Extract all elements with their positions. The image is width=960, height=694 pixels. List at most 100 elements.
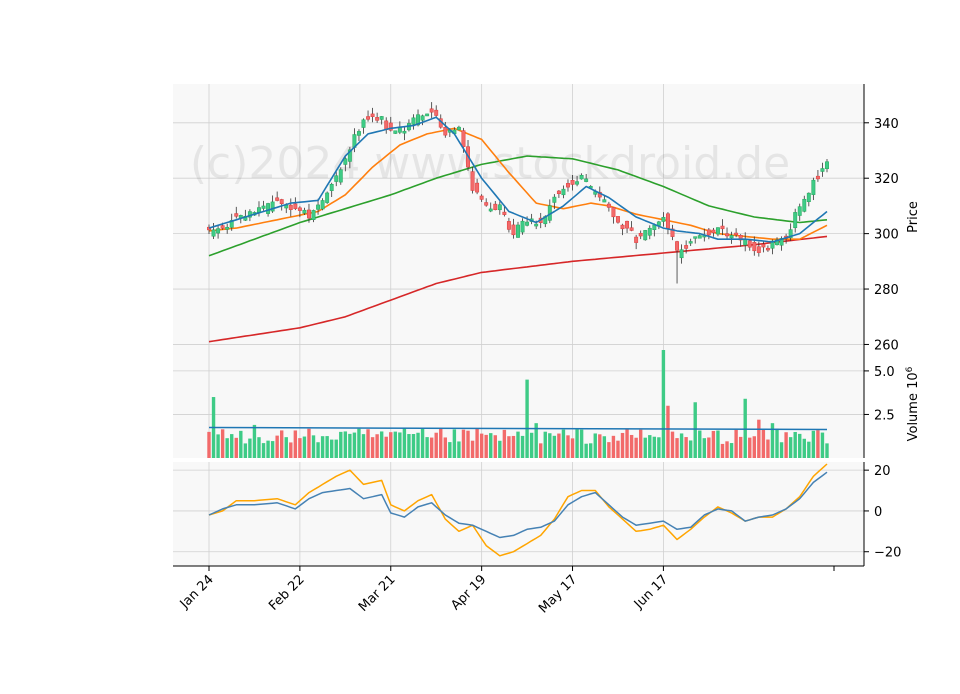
candle-body xyxy=(525,221,530,226)
candle-body xyxy=(679,249,684,259)
volume-bar xyxy=(620,432,625,458)
candle-body xyxy=(288,204,293,210)
candle-body xyxy=(684,245,689,249)
candle-body xyxy=(725,233,729,237)
volume-bar xyxy=(439,428,443,458)
volume-bar xyxy=(788,437,793,458)
volume-bar xyxy=(484,434,488,458)
candle-body xyxy=(343,158,348,165)
volume-bar xyxy=(539,443,543,458)
volume-bar xyxy=(448,442,452,458)
volume-bar xyxy=(579,429,584,458)
candle-body xyxy=(616,216,620,223)
volume-bar xyxy=(557,433,561,458)
candle-body xyxy=(602,199,607,203)
candle-body xyxy=(370,113,375,117)
volume-bar xyxy=(593,433,597,458)
candle-body xyxy=(302,209,307,214)
volume-bar xyxy=(452,429,457,458)
candle-body xyxy=(575,181,580,185)
volume-exponent: 6 xyxy=(905,366,915,372)
volume-bar xyxy=(648,435,652,458)
candle-body xyxy=(216,228,221,234)
volume-bar xyxy=(489,433,493,458)
volume-bar xyxy=(625,428,629,458)
candle-body xyxy=(675,241,679,251)
candle-body xyxy=(297,207,302,211)
candle-body xyxy=(620,224,625,230)
volume-bar xyxy=(311,435,316,458)
volume-bar xyxy=(507,436,511,458)
volume-bar xyxy=(698,430,702,458)
candle-body xyxy=(366,116,370,120)
candle-body xyxy=(402,130,407,134)
candle-body xyxy=(420,115,425,121)
volume-bar xyxy=(284,437,288,458)
volume-bar xyxy=(479,433,484,458)
candle-body xyxy=(811,179,816,195)
candle-body xyxy=(647,227,652,236)
candle-body xyxy=(552,196,557,203)
volume-bar xyxy=(711,430,716,458)
volume-bar xyxy=(752,436,756,458)
volume-bar xyxy=(248,438,252,458)
volume-bar xyxy=(807,441,811,458)
chart-svg: (c)2024 www.stockdroid.de 26028030032034… xyxy=(0,0,960,690)
volume-bar xyxy=(207,431,211,458)
candle-body xyxy=(220,225,225,229)
volume-bar xyxy=(816,430,820,458)
price-tick-label: 320 xyxy=(874,172,899,187)
candle-body xyxy=(506,221,511,230)
volume-bar xyxy=(693,402,697,458)
volume-bar xyxy=(266,440,270,458)
volume-bar xyxy=(784,432,788,458)
volume-bar xyxy=(775,428,779,458)
volume-bar xyxy=(802,438,806,458)
candle-body xyxy=(211,229,216,237)
volume-bar xyxy=(766,439,770,458)
volume-bar xyxy=(629,434,634,458)
price-tick-label: 300 xyxy=(874,228,899,243)
candle-body xyxy=(570,179,575,185)
volume-bar xyxy=(384,436,388,458)
volume-bar xyxy=(234,437,238,458)
volume-bar xyxy=(334,439,338,458)
candle-body xyxy=(711,229,716,234)
volume-bar xyxy=(770,423,775,458)
candle-body xyxy=(225,226,230,230)
price-tick-label: 280 xyxy=(874,283,899,298)
candle-body xyxy=(393,130,398,134)
candle-body xyxy=(493,203,498,211)
volume-bar xyxy=(225,438,229,458)
candle-body xyxy=(629,227,634,231)
volume-bar xyxy=(702,438,707,458)
volume-bar xyxy=(570,438,575,458)
volume-bar xyxy=(589,443,593,458)
volume-bar xyxy=(688,440,693,458)
price-tick-label: 340 xyxy=(874,117,899,132)
volume-bar xyxy=(307,428,311,458)
candle-body xyxy=(375,117,380,121)
volume-bar xyxy=(798,433,802,458)
volume-bar xyxy=(434,432,438,458)
volume-bar xyxy=(357,428,361,458)
volume-bar xyxy=(457,441,461,458)
volume-bar xyxy=(429,437,434,458)
volume-bar xyxy=(652,436,657,458)
volume-bar xyxy=(516,431,520,458)
volume-bar xyxy=(548,433,552,458)
price-axis-label: Price xyxy=(906,201,921,233)
candle-body xyxy=(379,116,384,120)
volume-bar xyxy=(389,432,393,458)
candle-body xyxy=(311,210,316,220)
volume-bar xyxy=(375,434,379,458)
volume-bar xyxy=(475,428,479,458)
candle-body xyxy=(720,225,725,230)
volume-bar xyxy=(661,350,666,458)
volume-bar xyxy=(270,441,275,458)
volume-bar xyxy=(443,437,447,458)
volume-bar xyxy=(716,430,720,458)
volume-bar xyxy=(343,431,348,458)
candle-body xyxy=(279,199,284,204)
volume-bar xyxy=(575,429,579,458)
